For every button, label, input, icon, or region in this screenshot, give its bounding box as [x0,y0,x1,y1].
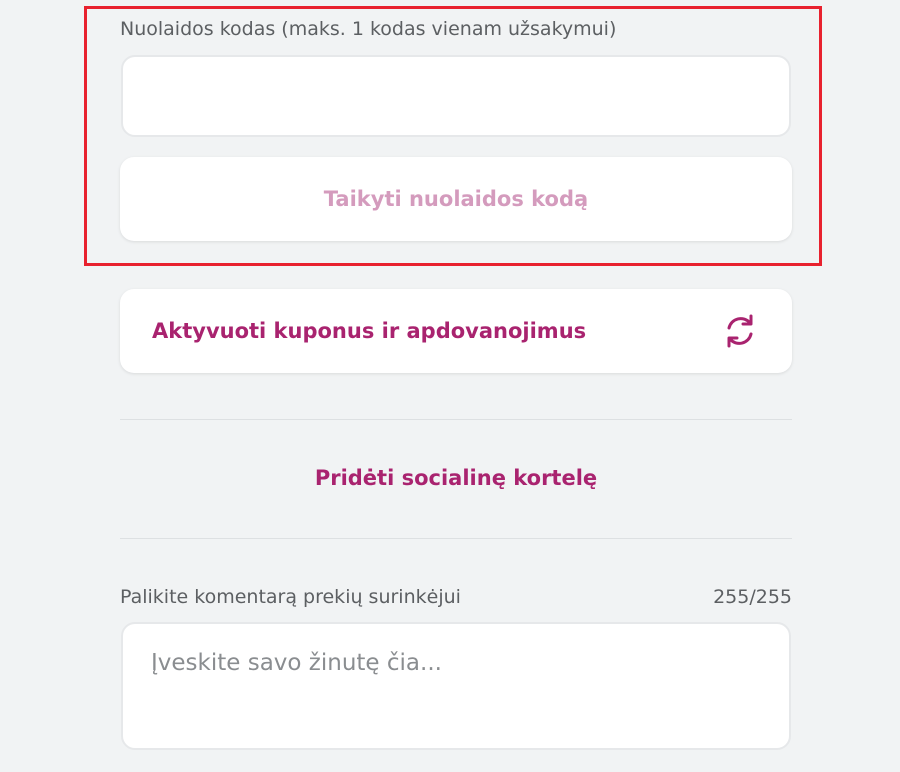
comment-label: Palikite komentarą prekių surinkėjui [120,586,461,608]
refresh-icon [720,311,760,351]
discount-code-label: Nuolaidos kodas (maks. 1 kodas vienam už… [120,18,617,40]
activate-coupons-label: Aktyvuoti kuponus ir apdovanojimus [152,319,587,343]
divider-top [120,419,792,420]
comment-textarea[interactable] [121,622,791,750]
add-social-card-link[interactable]: Pridėti socialinę kortelę [120,466,792,490]
char-counter: 255/255 [713,586,792,608]
divider-bottom [120,538,792,539]
apply-discount-button[interactable]: Taikyti nuolaidos kodą [120,157,792,241]
discount-code-input[interactable] [121,55,791,137]
activate-coupons-button[interactable]: Aktyvuoti kuponus ir apdovanojimus [120,289,792,373]
